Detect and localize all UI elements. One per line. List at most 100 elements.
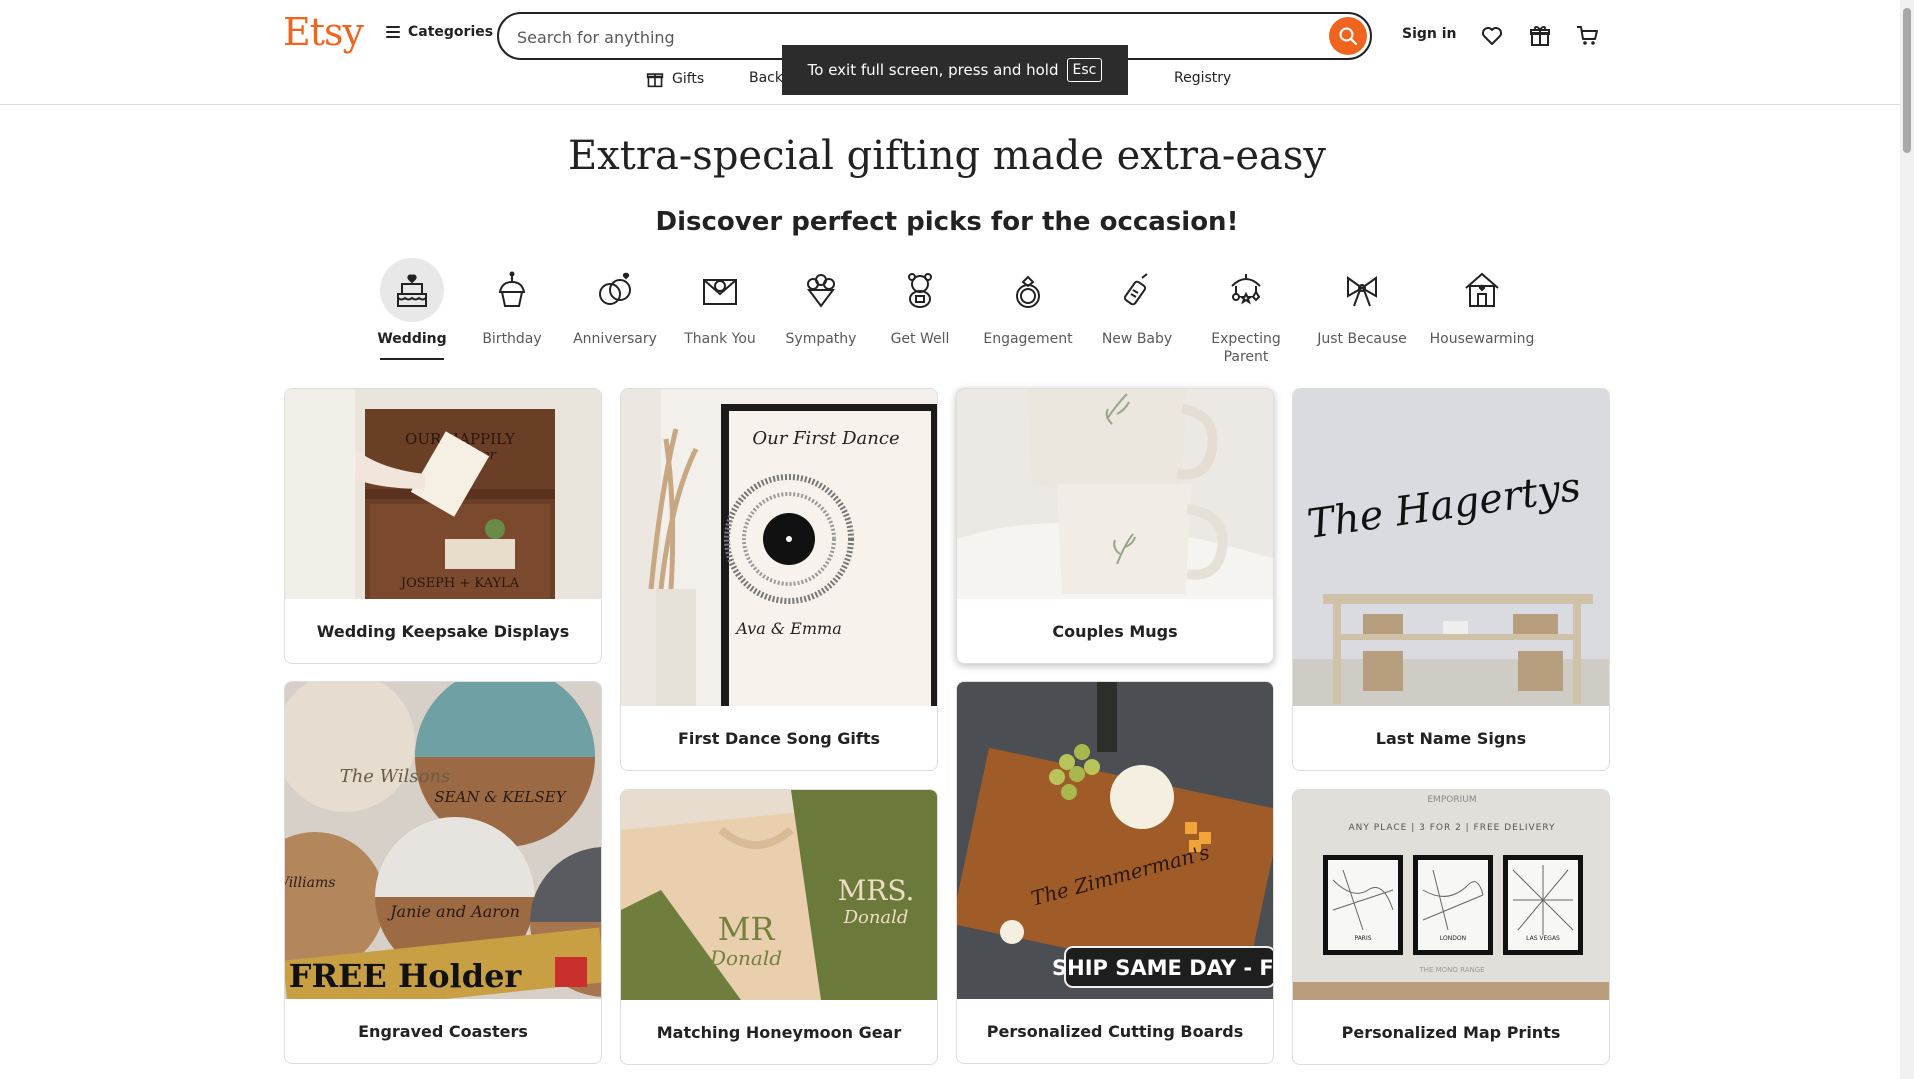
image-text: JOSEPH + KAYLA xyxy=(399,576,520,591)
card-couples-mugs[interactable]: Couples Mugs xyxy=(956,388,1274,664)
cart-button[interactable] xyxy=(1574,22,1602,50)
fullscreen-toast: To exit full screen, press and hold Esc xyxy=(782,45,1128,95)
tab-get-well[interactable]: Get Well xyxy=(865,258,975,348)
image-text: The Wilsons xyxy=(340,766,451,787)
card-personalized-map-prints[interactable]: EMPORIUM ANY PLACE | 3 FOR 2 | FREE DELI… xyxy=(1292,789,1610,1065)
image-text: PARIS xyxy=(1354,935,1371,942)
product-image: Our First Dance Ava & Emma xyxy=(621,389,937,706)
product-image: MR Donald MRS. Donald xyxy=(621,790,937,1000)
product-image: The Hagertys xyxy=(1293,389,1609,706)
tab-label: Wedding xyxy=(377,331,447,347)
gift-icon xyxy=(1530,26,1550,46)
envelope-icon xyxy=(688,258,752,322)
card-label: Wedding Keepsake Displays xyxy=(316,621,570,641)
toast-message: To exit full screen, press and hold xyxy=(807,61,1059,79)
tab-wedding[interactable]: Wedding xyxy=(357,258,467,360)
subnav-gifts[interactable]: Gifts xyxy=(646,70,704,88)
tab-expecting-parent[interactable]: Expecting Parent xyxy=(1191,258,1301,366)
card-label: Last Name Signs xyxy=(1375,728,1527,748)
image-text: MR xyxy=(718,910,776,948)
tab-label: New Baby xyxy=(1101,331,1173,347)
card-personalized-cutting-boards[interactable]: The Zimmerman's SHIP SAME DAY - FR Perso… xyxy=(956,681,1274,1064)
tab-label: Sympathy xyxy=(785,331,857,347)
card-label: Couples Mugs xyxy=(1052,621,1178,641)
tab-housewarming[interactable]: Housewarming xyxy=(1427,258,1537,348)
tab-label: Engagement xyxy=(983,331,1073,347)
subnav-registry-label: Registry xyxy=(1174,70,1232,86)
product-image xyxy=(957,389,1273,599)
image-text: Janie and Aaron xyxy=(387,902,520,921)
site-header: Etsy Categories Sign in Gifts Back Regis… xyxy=(0,0,1900,105)
card-label: First Dance Song Gifts xyxy=(677,728,881,748)
card-engraved-coasters[interactable]: SEAN & KELSEY The Wilsons Williams Janie… xyxy=(284,681,602,1064)
tab-birthday[interactable]: Birthday xyxy=(457,258,567,348)
image-text: Williams xyxy=(285,875,335,891)
tab-just-because[interactable]: Just Because xyxy=(1307,258,1417,348)
card-last-name-signs[interactable]: The Hagertys Last Name Signs xyxy=(1292,388,1610,771)
sign-in-link[interactable]: Sign in xyxy=(1402,26,1457,42)
bow-icon xyxy=(1330,258,1394,322)
tab-thank-you[interactable]: Thank You xyxy=(665,258,775,348)
subnav-back[interactable]: Back xyxy=(749,70,783,86)
tab-engagement[interactable]: Engagement xyxy=(973,258,1083,348)
rings-icon xyxy=(583,258,647,322)
tab-label: Just Because xyxy=(1317,331,1407,347)
card-label: Engraved Coasters xyxy=(358,1021,528,1041)
tab-label: Anniversary xyxy=(573,331,657,347)
image-text: MRS. xyxy=(838,874,915,907)
tab-label: Get Well xyxy=(890,331,950,347)
tab-new-baby[interactable]: New Baby xyxy=(1082,258,1192,348)
mobile-icon xyxy=(1214,258,1278,322)
image-text: ANY PLACE | 3 FOR 2 | FREE DELIVERY xyxy=(1348,823,1555,833)
teddy-bear-icon xyxy=(888,258,952,322)
image-text: Donald xyxy=(709,946,782,970)
categories-button[interactable]: Categories xyxy=(386,24,493,40)
image-text: SEAN & KELSEY xyxy=(434,788,567,806)
page-scrollbar[interactable] xyxy=(1900,0,1914,1079)
tab-label: Thank You xyxy=(684,331,756,347)
search-button[interactable] xyxy=(1329,17,1367,55)
house-icon xyxy=(1450,258,1514,322)
card-label: Personalized Cutting Boards xyxy=(986,1021,1244,1041)
tab-anniversary[interactable]: Anniversary xyxy=(560,258,670,348)
esc-key-badge: Esc xyxy=(1066,58,1103,82)
image-text: THE MONO RANGE xyxy=(1418,966,1484,974)
tab-sympathy[interactable]: Sympathy xyxy=(766,258,876,348)
tab-label: Housewarming xyxy=(1429,331,1535,347)
gift-mode-button[interactable] xyxy=(1526,22,1554,50)
hamburger-icon xyxy=(386,26,400,38)
image-text: SHIP SAME DAY - FR xyxy=(1052,956,1273,980)
flowers-icon xyxy=(789,258,853,322)
etsy-logo[interactable]: Etsy xyxy=(283,10,364,54)
baby-bottle-icon xyxy=(1105,258,1169,322)
search-icon xyxy=(1339,27,1358,46)
product-image: The Zimmerman's SHIP SAME DAY - FR xyxy=(957,682,1273,999)
card-label: Personalized Map Prints xyxy=(1341,1022,1561,1042)
favorites-button[interactable] xyxy=(1478,22,1506,50)
card-wedding-keepsake-displays[interactable]: OUR HAPPILY after JOSEPH + KAYLA Wedding… xyxy=(284,388,602,664)
subnav-back-label: Back xyxy=(749,70,783,86)
heart-icon xyxy=(1482,27,1502,45)
product-image: EMPORIUM ANY PLACE | 3 FOR 2 | FREE DELI… xyxy=(1293,790,1609,1000)
product-image: SEAN & KELSEY The Wilsons Williams Janie… xyxy=(285,682,601,999)
ring-icon xyxy=(996,258,1060,322)
card-first-dance-song-gifts[interactable]: Our First Dance Ava & Emma First Dance S… xyxy=(620,388,938,771)
active-tab-indicator xyxy=(380,358,444,360)
wedding-cake-icon xyxy=(380,258,444,322)
page-subtitle: Discover perfect picks for the occasion! xyxy=(655,207,1239,237)
image-text: Ava & Emma xyxy=(734,619,841,638)
product-image: OUR HAPPILY after JOSEPH + KAYLA xyxy=(285,389,601,599)
tab-label: Expecting Parent xyxy=(1211,331,1281,365)
scrollbar-thumb[interactable] xyxy=(1903,8,1911,153)
cupcake-icon xyxy=(480,258,544,322)
occasion-tabs: Wedding Birthday Anniversary Thank You S… xyxy=(355,258,1545,370)
image-text: Donald xyxy=(843,907,909,928)
image-text: Our First Dance xyxy=(752,428,899,449)
image-text: LAS VEGAS xyxy=(1526,935,1560,942)
subnav-registry[interactable]: Registry xyxy=(1174,70,1231,86)
image-text: LONDON xyxy=(1440,935,1466,942)
tab-label: Birthday xyxy=(482,331,542,347)
card-matching-honeymoon-gear[interactable]: MR Donald MRS. Donald Matching Honeymoon… xyxy=(620,789,938,1065)
card-label: Matching Honeymoon Gear xyxy=(656,1022,902,1042)
page-title: Extra-special gifting made extra-easy xyxy=(567,133,1327,179)
